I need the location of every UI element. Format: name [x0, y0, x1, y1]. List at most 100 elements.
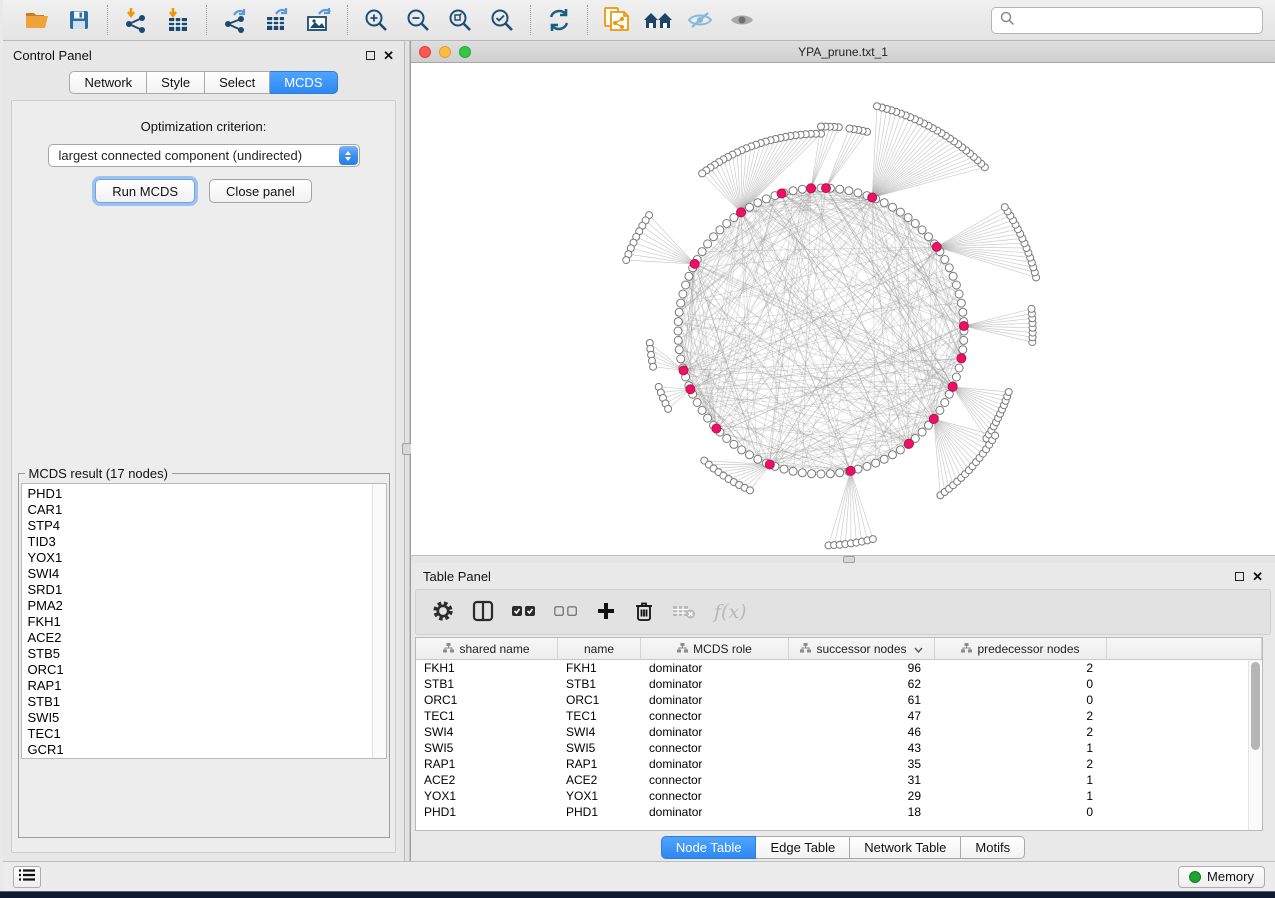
graph-node[interactable]: [762, 195, 770, 203]
graph-node[interactable]: [674, 327, 682, 335]
graph-dominator-node[interactable]: [959, 322, 968, 331]
graph-node[interactable]: [675, 346, 683, 354]
delete-table-button[interactable]: [672, 602, 696, 623]
zoom-selected-button[interactable]: [484, 4, 520, 36]
hide-selected-button[interactable]: [682, 4, 718, 36]
graph-leaf-node[interactable]: [1005, 389, 1012, 396]
graph-node[interactable]: [957, 299, 965, 307]
mcds-result-item[interactable]: STB1: [28, 694, 386, 710]
graph-leaf-node[interactable]: [665, 405, 672, 412]
graph-dominator-node[interactable]: [822, 184, 831, 193]
graph-node[interactable]: [872, 459, 880, 467]
tab-select[interactable]: Select: [205, 71, 270, 94]
graph-node[interactable]: [960, 336, 968, 344]
graph-node[interactable]: [941, 256, 949, 264]
graph-node[interactable]: [959, 346, 967, 354]
graph-dominator-node[interactable]: [948, 382, 957, 391]
search-input[interactable]: [1021, 13, 1254, 28]
graph-node[interactable]: [952, 373, 960, 381]
zoom-out-button[interactable]: [400, 4, 436, 36]
graph-node[interactable]: [918, 428, 926, 436]
mcds-result-item[interactable]: PHD1: [28, 486, 386, 502]
graph-node[interactable]: [904, 214, 912, 222]
show-all-button[interactable]: [724, 4, 760, 36]
graph-node[interactable]: [730, 440, 738, 448]
graph-node[interactable]: [896, 208, 904, 216]
table-scrollbar-thumb[interactable]: [1251, 662, 1260, 750]
float-panel-icon[interactable]: [366, 51, 375, 60]
graph-leaf-node[interactable]: [818, 123, 825, 130]
graph-dominator-node[interactable]: [905, 439, 914, 448]
graph-node[interactable]: [789, 467, 797, 475]
graph-node[interactable]: [754, 455, 762, 463]
graph-node[interactable]: [675, 308, 683, 316]
graph-node[interactable]: [863, 462, 871, 470]
graph-node[interactable]: [716, 226, 724, 234]
graph-leaf-node[interactable]: [650, 363, 657, 370]
table-tab-motifs[interactable]: Motifs: [961, 836, 1025, 859]
column-header-name[interactable]: name: [558, 638, 641, 659]
graph-leaf-node[interactable]: [874, 103, 881, 110]
table-row[interactable]: PHD1PHD1dominator180: [416, 804, 1262, 820]
splitter-grip[interactable]: [843, 556, 855, 563]
import-table-button[interactable]: [160, 4, 196, 36]
close-panel-icon[interactable]: ✕: [383, 51, 394, 60]
graph-node[interactable]: [674, 336, 682, 344]
graph-leaf-node[interactable]: [1001, 204, 1008, 211]
graph-node[interactable]: [880, 455, 888, 463]
table-tab-network-table[interactable]: Network Table: [850, 836, 961, 859]
select-all-button[interactable]: [512, 604, 536, 621]
table-row[interactable]: RAP1RAP1dominator352: [416, 756, 1262, 772]
table-row[interactable]: YOX1YOX1connector291: [416, 788, 1262, 804]
graph-node[interactable]: [959, 308, 967, 316]
graph-node[interactable]: [889, 203, 897, 211]
export-image-button[interactable]: [301, 4, 337, 36]
float-panel-icon[interactable]: [1235, 572, 1244, 581]
graph-node[interactable]: [925, 233, 933, 241]
close-panel-icon[interactable]: ✕: [1252, 572, 1263, 581]
graph-node[interactable]: [723, 435, 731, 443]
table-row[interactable]: SWI4SWI4dominator462: [416, 724, 1262, 740]
graph-dominator-node[interactable]: [686, 385, 695, 394]
network-graph[interactable]: [411, 63, 1275, 555]
graph-node[interactable]: [836, 469, 844, 477]
graph-leaf-node[interactable]: [1028, 305, 1035, 312]
column-header-predecessor-nodes[interactable]: predecessor nodes: [935, 638, 1107, 659]
network-canvas[interactable]: [411, 63, 1275, 555]
mcds-result-item[interactable]: SWI4: [28, 566, 386, 582]
graph-node[interactable]: [826, 470, 834, 478]
table-row[interactable]: ACE2ACE2connector311: [416, 772, 1262, 788]
table-scrollbar[interactable]: [1248, 660, 1262, 830]
graph-node[interactable]: [854, 189, 862, 197]
graph-dominator-node[interactable]: [929, 415, 938, 424]
table-settings-button[interactable]: [432, 600, 454, 625]
graph-dominator-node[interactable]: [679, 366, 688, 375]
graph-dominator-node[interactable]: [932, 242, 941, 251]
mcds-result-item[interactable]: SRD1: [28, 582, 386, 598]
task-history-button[interactable]: [13, 866, 41, 888]
delete-column-button[interactable]: [634, 600, 654, 625]
graph-node[interactable]: [698, 248, 706, 256]
network-search-box[interactable]: [991, 7, 1263, 34]
table-tab-edge-table[interactable]: Edge Table: [756, 836, 850, 859]
zoom-fit-button[interactable]: [442, 4, 478, 36]
optimization-dropdown[interactable]: largest connected component (undirected): [48, 144, 360, 167]
column-header-shared-name[interactable]: shared name: [416, 638, 558, 659]
add-column-button[interactable]: [596, 601, 616, 624]
graph-node[interactable]: [746, 203, 754, 211]
mcds-result-item[interactable]: SWI5: [28, 710, 386, 726]
graph-node[interactable]: [941, 399, 949, 407]
mcds-result-item[interactable]: FKH1: [28, 614, 386, 630]
graph-node[interactable]: [845, 187, 853, 195]
graph-dominator-node[interactable]: [765, 460, 774, 469]
graph-leaf-node[interactable]: [623, 257, 630, 264]
mcds-result-item[interactable]: RAP1: [28, 678, 386, 694]
mcds-result-item[interactable]: CAR1: [28, 502, 386, 518]
mcds-result-item[interactable]: PMA2: [28, 598, 386, 614]
graph-node[interactable]: [817, 470, 825, 478]
graph-node[interactable]: [808, 470, 816, 478]
tab-style[interactable]: Style: [147, 71, 205, 94]
save-session-button[interactable]: [61, 4, 97, 36]
graph-node[interactable]: [679, 290, 687, 298]
graph-node[interactable]: [780, 465, 788, 473]
